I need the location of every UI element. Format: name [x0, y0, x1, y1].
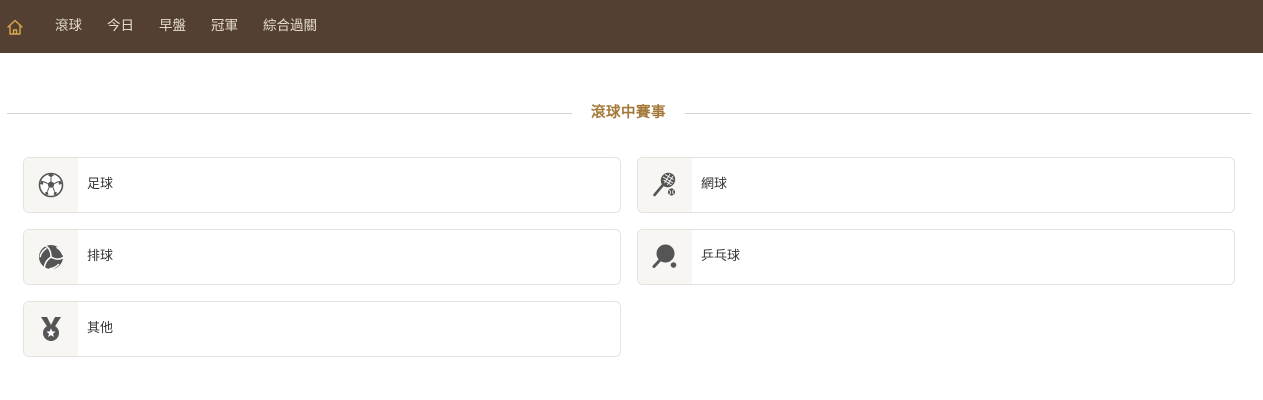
sport-icon-box	[638, 230, 692, 284]
tennis-racket-icon	[653, 172, 676, 197]
nav-item-outright[interactable]: 冠軍	[211, 0, 238, 53]
sport-card-tennis[interactable]: 網球	[637, 157, 1235, 213]
home-button[interactable]	[0, 0, 30, 53]
sport-label: 乒乓球	[701, 249, 741, 264]
table-tennis-icon	[652, 244, 677, 268]
nav-item-parlay[interactable]: 綜合過關	[263, 0, 317, 53]
nav-item-live[interactable]: 滾球	[55, 0, 82, 53]
sport-card-football[interactable]: 足球	[23, 157, 621, 213]
sport-icon-box	[24, 158, 78, 212]
section-header: 滾球中賽事	[7, 102, 1251, 124]
sport-label: 足球	[87, 177, 114, 192]
nav-item-early[interactable]: 早盤	[159, 0, 186, 53]
sport-icon-box	[638, 158, 692, 212]
sport-card-volleyball[interactable]: 排球	[23, 229, 621, 285]
sport-label: 其他	[87, 321, 114, 336]
section-divider-right	[685, 113, 1251, 114]
nav-item-today[interactable]: 今日	[107, 0, 134, 53]
sport-card-other[interactable]: 其他	[23, 301, 621, 357]
section-title: 滾球中賽事	[591, 105, 666, 121]
volleyball-icon	[39, 245, 64, 270]
sport-card-table-tennis[interactable]: 乒乓球	[637, 229, 1235, 285]
top-navigation-bar: 滾球 今日 早盤 冠軍 綜合過關	[0, 0, 1263, 53]
sport-icon-box	[24, 302, 78, 356]
medal-icon	[41, 317, 61, 341]
section-divider-left	[7, 113, 572, 114]
sport-label: 網球	[701, 177, 728, 192]
home-icon	[7, 19, 23, 35]
sport-label: 排球	[87, 249, 114, 264]
soccer-ball-icon	[38, 172, 64, 198]
sport-icon-box	[24, 230, 78, 284]
